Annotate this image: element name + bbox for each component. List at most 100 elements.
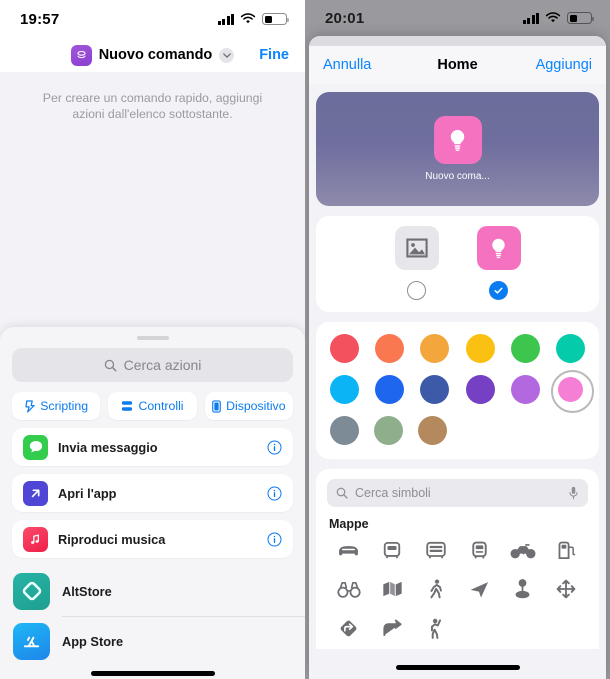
- battery-low-icon: [262, 13, 289, 25]
- home-indicator: [90, 671, 215, 676]
- radio-unselected[interactable]: [407, 281, 426, 300]
- color-swatch-selected[interactable]: [550, 370, 594, 413]
- color-swatch[interactable]: [330, 334, 359, 363]
- color-row-2: [330, 370, 594, 413]
- color-swatch[interactable]: [420, 334, 450, 363]
- color-swatch[interactable]: [510, 334, 540, 363]
- arrow-turn-up-right-diamond-icon[interactable]: [327, 613, 371, 643]
- sheet-grabber[interactable]: [136, 336, 169, 340]
- action-label: Invia messaggio: [58, 439, 158, 455]
- color-picker-card: [316, 322, 599, 459]
- color-swatch[interactable]: [330, 416, 359, 445]
- search-actions-input[interactable]: Cerca azioni: [12, 348, 293, 382]
- music-note-icon: [23, 526, 48, 552]
- search-symbols-input[interactable]: Cerca simboli: [327, 479, 588, 507]
- color-swatch[interactable]: [510, 375, 540, 404]
- chip-scripting-label: Scripting: [40, 399, 89, 413]
- arrow-up-down-left-right-icon[interactable]: [545, 574, 589, 604]
- map-icon[interactable]: [371, 574, 415, 604]
- photo-icon: [394, 226, 439, 270]
- modal-stack-edge: [309, 36, 606, 46]
- figure-walk-icon[interactable]: [414, 574, 458, 604]
- action-label: Apri l'app: [58, 485, 117, 501]
- chip-dispositivo[interactable]: Dispositivo: [204, 392, 293, 420]
- symbol-grid: [327, 535, 588, 643]
- lightbulb-icon: [476, 226, 521, 270]
- device-icon: [212, 399, 221, 413]
- color-swatch[interactable]: [465, 375, 495, 404]
- done-button[interactable]: Fine: [259, 47, 289, 63]
- shortcuts-app-icon: [70, 44, 92, 66]
- empty-state-hint: Per creare un comando rapido, aggiungi a…: [42, 91, 263, 121]
- photo-option[interactable]: [394, 226, 439, 300]
- info-circle-icon[interactable]: [267, 531, 282, 547]
- list-item[interactable]: AltStore: [13, 566, 305, 616]
- status-indicators: [522, 12, 594, 24]
- search-symbols-placeholder: Cerca simboli: [355, 486, 431, 500]
- color-swatch[interactable]: [465, 334, 495, 363]
- tram-icon[interactable]: [458, 535, 502, 565]
- shortcut-title-button[interactable]: Nuovo comando: [70, 44, 235, 66]
- color-swatch[interactable]: [555, 334, 585, 363]
- figure-wave-icon[interactable]: [414, 613, 458, 643]
- search-actions-placeholder: Cerca azioni: [123, 357, 202, 373]
- cancel-button[interactable]: Annulla: [323, 57, 371, 73]
- open-app-arrow-icon: [23, 480, 48, 506]
- left-nav-bar: Nuovo comando Fine: [0, 38, 305, 72]
- bicycle-icon[interactable]: [501, 535, 545, 565]
- wifi-icon: [545, 12, 561, 23]
- color-swatch[interactable]: [330, 375, 359, 404]
- list-item[interactable]: App Store: [13, 616, 305, 666]
- action-row-invia-messaggio[interactable]: Invia messaggio: [12, 428, 293, 466]
- chip-controlli-label: Controlli: [138, 399, 184, 413]
- arrow-turn-up-right-icon[interactable]: [371, 613, 415, 643]
- fuelpump-icon[interactable]: [545, 535, 589, 565]
- binoculars-icon[interactable]: [327, 574, 371, 604]
- battery-low-icon: [567, 12, 594, 24]
- color-swatch[interactable]: [375, 334, 405, 363]
- color-swatch[interactable]: [420, 375, 450, 404]
- left-phone-screen: 19:57 Nuovo comando Fine Per creare un c…: [0, 0, 305, 679]
- page-title: Nuovo comando: [98, 47, 213, 63]
- action-label: Riproduci musica: [58, 531, 166, 547]
- status-time: 20:01: [325, 9, 365, 27]
- radio-selected[interactable]: [489, 281, 508, 300]
- app-label: App Store: [62, 633, 124, 649]
- bulb-option[interactable]: [476, 226, 521, 300]
- app-suggestions-list: AltStore App Store: [0, 566, 305, 666]
- add-button[interactable]: Aggiungi: [536, 57, 592, 73]
- car-icon[interactable]: [327, 535, 371, 565]
- microphone-icon[interactable]: [568, 486, 579, 500]
- color-row-1: [330, 334, 585, 363]
- right-status-bar: 20:01: [305, 0, 610, 36]
- altstore-icon: [13, 572, 50, 610]
- preview-label: Nuovo coma...: [425, 171, 490, 182]
- chevron-down-icon[interactable]: [219, 47, 235, 63]
- home-add-modal: Annulla Home Aggiungi Nuovo coma... Cerc…: [309, 36, 606, 679]
- status-time: 19:57: [20, 10, 60, 28]
- right-phone-screen: 20:01 Annulla Home Aggiungi Nuovo coma..…: [305, 0, 610, 679]
- bus-doubledecker-icon[interactable]: [414, 535, 458, 565]
- color-swatch[interactable]: [418, 416, 447, 445]
- color-swatch[interactable]: [374, 416, 403, 445]
- info-circle-icon[interactable]: [267, 485, 282, 501]
- chip-scripting[interactable]: Scripting: [12, 392, 101, 420]
- bus-icon[interactable]: [371, 535, 415, 565]
- app-store-icon: [13, 622, 50, 660]
- search-icon: [104, 359, 117, 372]
- cellular-bars-icon: [522, 12, 539, 24]
- info-circle-icon[interactable]: [267, 439, 282, 455]
- chip-dispositivo-label: Dispositivo: [226, 399, 286, 413]
- search-icon: [336, 487, 348, 499]
- wifi-icon: [240, 13, 256, 24]
- category-chips: Scripting Controlli Dispositivo: [0, 382, 305, 428]
- location-north-icon[interactable]: [458, 574, 502, 604]
- dual-screenshot: 19:57 Nuovo comando Fine Per creare un c…: [0, 0, 610, 679]
- glyph-chooser-card: [316, 216, 599, 312]
- mappin-and-ellipse-icon[interactable]: [501, 574, 545, 604]
- chip-controlli[interactable]: Controlli: [108, 392, 197, 420]
- action-row-apri-lapp[interactable]: Apri l'app: [12, 474, 293, 512]
- color-swatch[interactable]: [375, 375, 405, 404]
- action-row-riproduci-musica[interactable]: Riproduci musica: [12, 520, 293, 558]
- home-indicator: [395, 665, 520, 670]
